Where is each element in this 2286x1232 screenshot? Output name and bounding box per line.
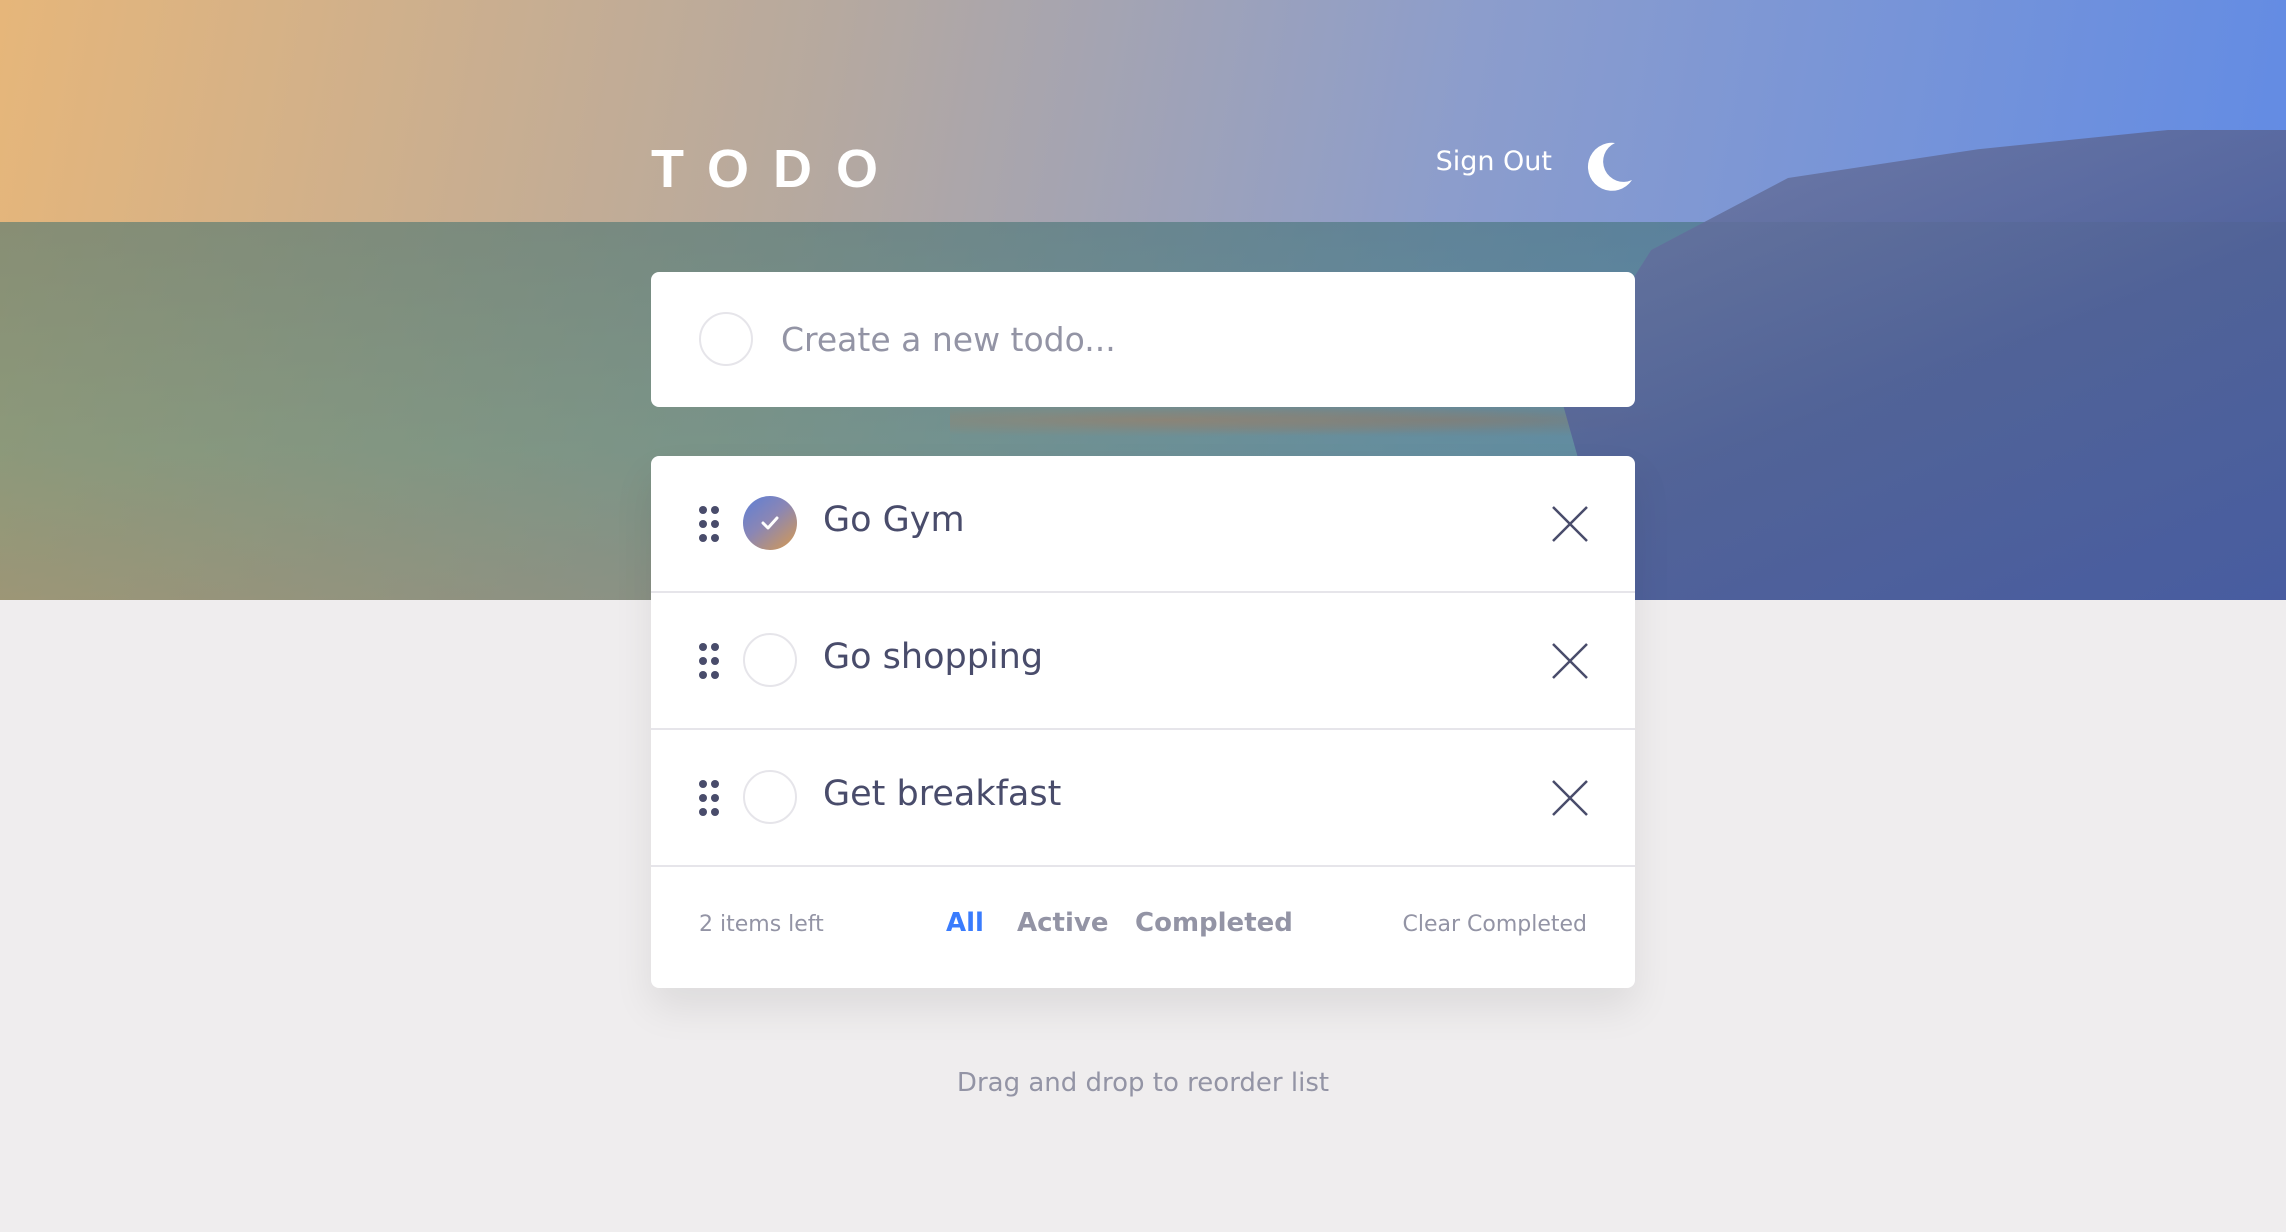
todo-text: Go shopping: [823, 637, 1044, 677]
drag-drop-hint: Drag and drop to reorder list: [956, 1068, 1330, 1098]
moon-icon[interactable]: [1581, 140, 1635, 194]
drag-handle-icon[interactable]: [699, 643, 721, 679]
todo-item[interactable]: Get breakfast: [651, 730, 1635, 867]
todo-checkbox[interactable]: [743, 770, 797, 824]
new-todo-card: [651, 272, 1635, 407]
delete-cross-icon[interactable]: [1549, 503, 1591, 545]
cliff-layer: [1560, 130, 2286, 600]
todo-checkbox-checked[interactable]: [743, 496, 797, 550]
new-todo-check-circle: [699, 312, 753, 366]
moon-icon-svg: [1587, 142, 1632, 191]
todo-text: Get breakfast: [823, 774, 1062, 814]
todo-item[interactable]: Go Gym: [651, 456, 1635, 593]
todo-list: Go Gym Go shopping Get breakfast 2 items…: [651, 456, 1635, 988]
todo-footer: 2 items left All Active Completed Clear …: [651, 868, 1635, 988]
delete-cross-icon[interactable]: [1549, 640, 1591, 682]
delete-cross-icon[interactable]: [1549, 777, 1591, 819]
todo-text: Go Gym: [823, 500, 965, 540]
todo-item[interactable]: Go shopping: [651, 593, 1635, 730]
todo-checkbox[interactable]: [743, 633, 797, 687]
app-title: TODO: [651, 139, 903, 199]
items-left-count: 2 items left: [699, 912, 824, 937]
drag-handle-icon[interactable]: [699, 780, 721, 816]
filter-completed[interactable]: Completed: [1135, 908, 1293, 938]
filter-all[interactable]: All: [946, 908, 984, 938]
check-icon: [761, 516, 779, 530]
app-header: TODO Sign Out: [651, 130, 1635, 200]
filter-active[interactable]: Active: [1017, 908, 1108, 938]
new-todo-input[interactable]: [779, 310, 1583, 368]
clear-completed-button[interactable]: Clear Completed: [1402, 912, 1587, 937]
sign-out-button[interactable]: Sign Out: [1436, 146, 1552, 177]
drag-handle-icon[interactable]: [699, 506, 721, 542]
